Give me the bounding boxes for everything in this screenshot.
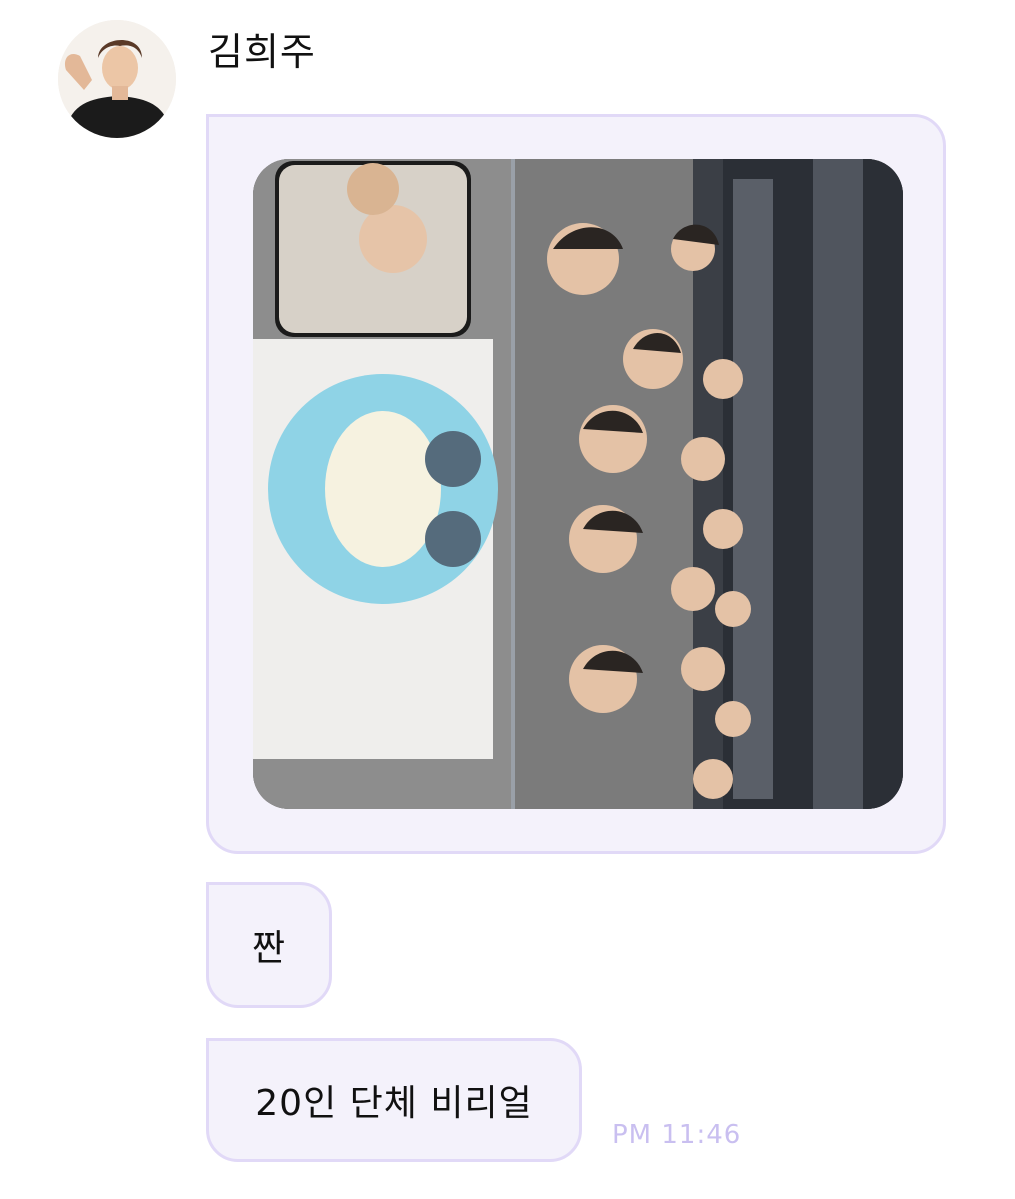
sender-avatar[interactable] xyxy=(58,20,176,138)
message-bubble[interactable]: 짠 xyxy=(206,882,332,1008)
message-bubble[interactable]: 20인 단체 비리얼 xyxy=(206,1038,582,1162)
group-photo[interactable] xyxy=(253,159,903,809)
message-timestamp: PM 11:46 xyxy=(612,1120,742,1150)
avatar-image xyxy=(58,20,176,138)
message-text: 짠 xyxy=(251,928,287,969)
group-photo-image xyxy=(253,159,903,809)
image-message-bubble[interactable] xyxy=(206,114,946,854)
sender-name: 김희주 xyxy=(208,30,316,74)
message-text: 20인 단체 비리얼 xyxy=(255,1083,533,1124)
